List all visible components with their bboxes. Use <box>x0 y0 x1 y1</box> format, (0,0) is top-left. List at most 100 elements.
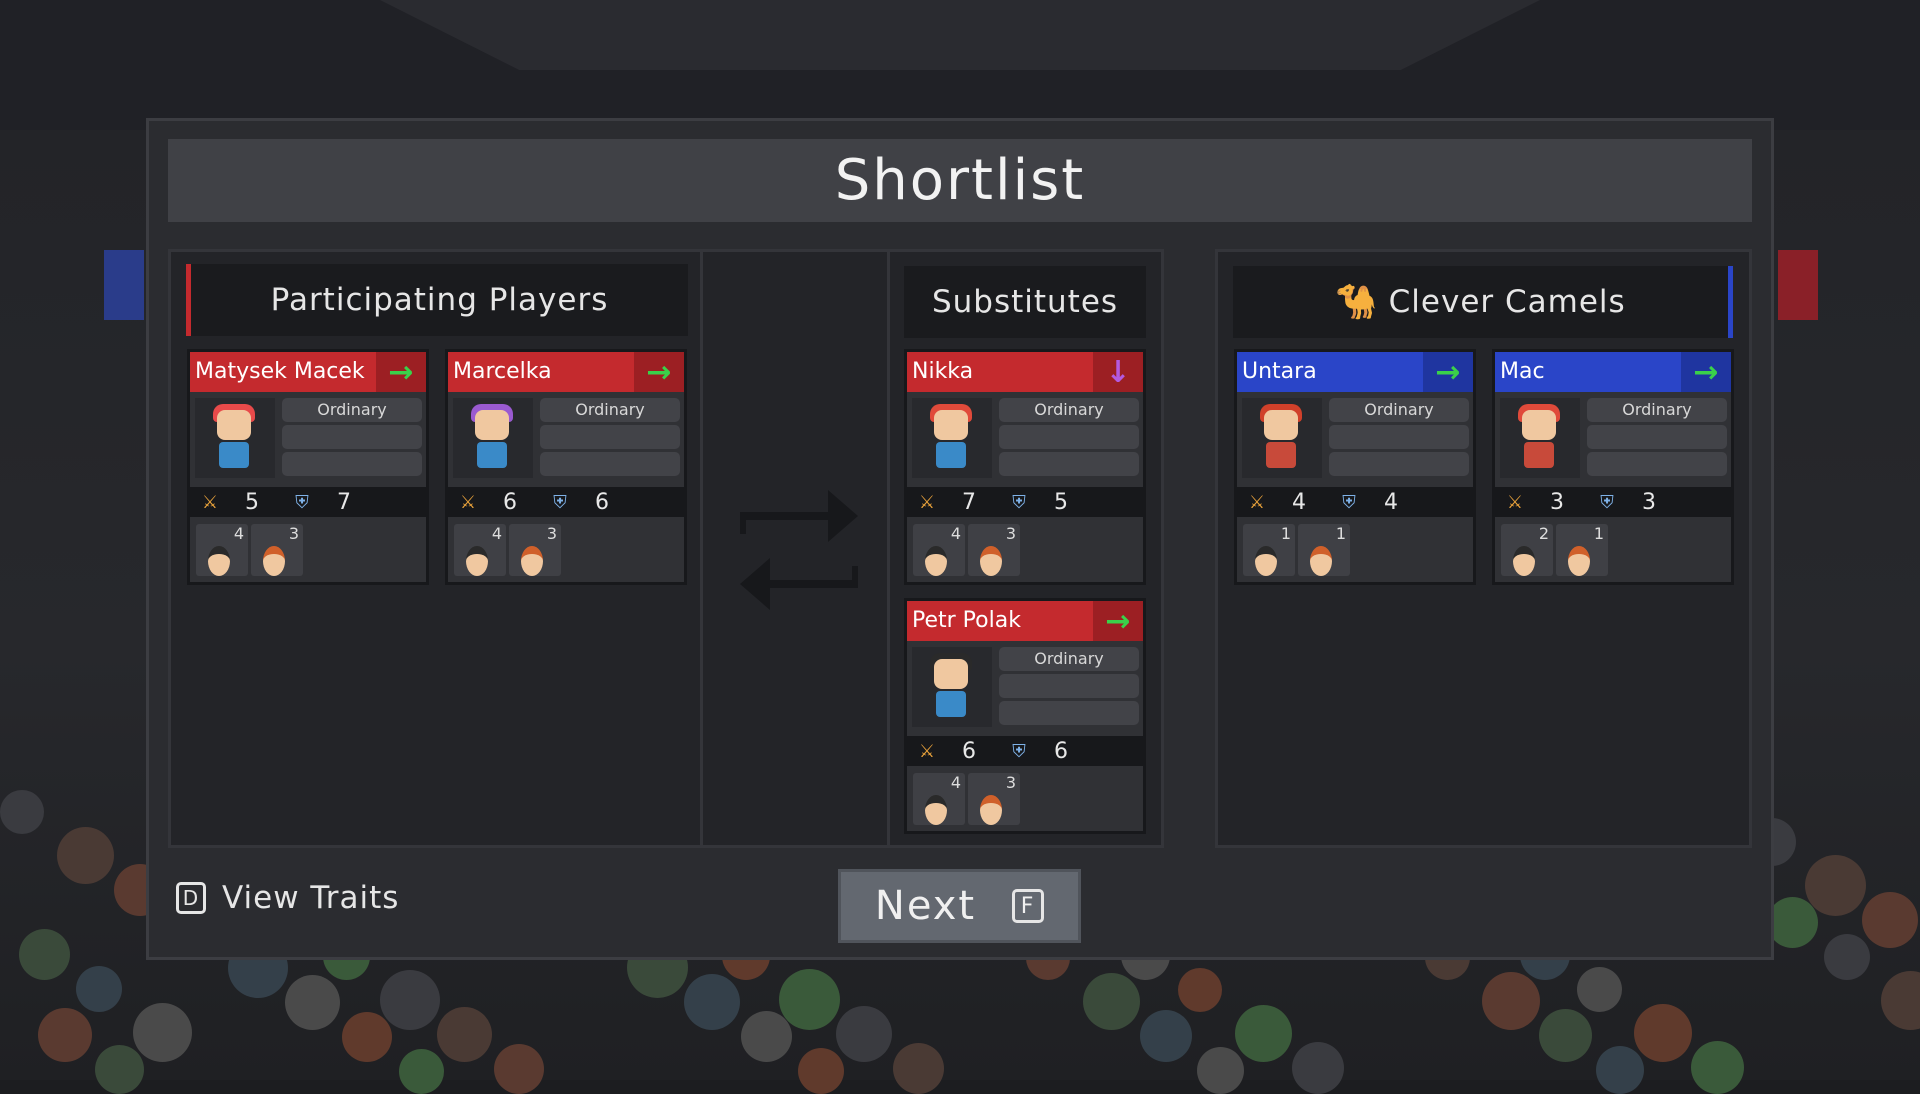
player-portrait <box>1242 398 1322 478</box>
next-button[interactable]: Next F <box>838 869 1081 943</box>
attack-value: 7 <box>962 489 976 515</box>
swap-icon <box>740 490 858 610</box>
trait-slot-empty <box>540 425 680 449</box>
player-portrait <box>453 398 533 478</box>
player-stats: ⚔ 3 ⛨ 3 <box>1495 487 1731 517</box>
player-name-bar: Petr Polak → <box>907 601 1143 641</box>
trait-slot: Ordinary <box>1587 398 1727 422</box>
arrow-right-icon[interactable]: → <box>1681 352 1731 392</box>
trait-slot-empty <box>1587 425 1727 449</box>
view-traits-button[interactable]: D View Traits <box>176 880 399 916</box>
defense-value: 4 <box>1384 489 1398 515</box>
player-stats: ⚔ 6 ⛨ 6 <box>907 736 1143 766</box>
substitute-player-card[interactable]: Nikka ↓ Ordinary ⚔ 7 ⛨ 5 4 3 <box>904 349 1146 585</box>
trait-slot: Ordinary <box>999 398 1139 422</box>
substitutes-header: Substitutes <box>904 266 1146 338</box>
trait-slot-empty <box>1587 452 1727 476</box>
player-name-bar: Nikka ↓ <box>907 352 1143 392</box>
sword-icon: ⚔ <box>201 491 219 513</box>
relation-portrait: 1 <box>1243 524 1295 576</box>
player-stats: ⚔ 6 ⛨ 6 <box>448 487 684 517</box>
player-portrait <box>912 647 992 727</box>
participating-player-card[interactable]: Marcelka → Ordinary ⚔ 6 ⛨ 6 4 3 <box>445 349 687 585</box>
player-name: Marcelka <box>448 352 634 392</box>
sword-icon: ⚔ <box>918 491 936 513</box>
arrow-right-icon[interactable]: → <box>634 352 684 392</box>
arrow-right-icon[interactable]: → <box>1423 352 1473 392</box>
sword-icon: ⚔ <box>918 740 936 762</box>
defense-value: 5 <box>1054 489 1068 515</box>
opponent-header: 🐪 Clever Camels <box>1233 266 1733 338</box>
trait-slot-empty <box>540 452 680 476</box>
key-f-icon: F <box>1012 889 1045 923</box>
sword-icon: ⚔ <box>1248 491 1266 513</box>
player-portrait <box>1500 398 1580 478</box>
relation-portrait: 4 <box>196 524 248 576</box>
attack-value: 5 <box>245 489 259 515</box>
attack-value: 6 <box>962 738 976 764</box>
relation-portrait: 1 <box>1298 524 1350 576</box>
participating-header: Participating Players <box>186 264 688 336</box>
view-traits-label: View Traits <box>222 880 400 916</box>
relation-portrait: 4 <box>454 524 506 576</box>
trait-slot-empty <box>999 701 1139 725</box>
player-stats: ⚔ 5 ⛨ 7 <box>190 487 426 517</box>
shield-icon: ⛨ <box>553 491 567 513</box>
next-label: Next <box>874 883 977 929</box>
trait-slot-empty <box>1329 452 1469 476</box>
defense-value: 3 <box>1642 489 1656 515</box>
trait-slot: Ordinary <box>282 398 422 422</box>
player-name: Untara <box>1237 352 1423 392</box>
shield-icon: ⛨ <box>1342 491 1356 513</box>
trait-slot-empty <box>999 674 1139 698</box>
trait-slot-empty <box>282 452 422 476</box>
key-d-icon: D <box>176 882 206 914</box>
arrow-down-icon[interactable]: ↓ <box>1093 352 1143 392</box>
relation-portrait: 3 <box>968 773 1020 825</box>
attack-value: 3 <box>1550 489 1564 515</box>
trait-slot-empty <box>282 425 422 449</box>
trait-slot: Ordinary <box>1329 398 1469 422</box>
substitute-player-card[interactable]: Petr Polak → Ordinary ⚔ 6 ⛨ 6 4 3 <box>904 598 1146 834</box>
relation-portrait: 3 <box>251 524 303 576</box>
player-stats: ⚔ 4 ⛨ 4 <box>1237 487 1473 517</box>
participating-player-card[interactable]: Matysek Macek → Ordinary ⚔ 5 ⛨ 7 4 3 <box>187 349 429 585</box>
trait-slot-empty <box>999 425 1139 449</box>
attack-value: 4 <box>1292 489 1306 515</box>
shield-icon: ⛨ <box>1600 491 1614 513</box>
relation-portrait: 4 <box>913 524 965 576</box>
player-name: Matysek Macek <box>190 352 376 392</box>
defense-value: 6 <box>595 489 609 515</box>
player-name: Petr Polak <box>907 601 1093 641</box>
relation-portrait: 1 <box>1556 524 1608 576</box>
trait-slot-empty <box>999 452 1139 476</box>
shield-icon: ⛨ <box>1012 740 1026 762</box>
page-title: Shortlist <box>834 148 1086 213</box>
player-name-bar: Mac → <box>1495 352 1731 392</box>
camel-icon: 🐪 <box>1335 282 1379 322</box>
player-portrait <box>195 398 275 478</box>
relation-portrait: 2 <box>1501 524 1553 576</box>
shield-icon: ⛨ <box>295 491 309 513</box>
player-portrait <box>912 398 992 478</box>
relation-portrait: 4 <box>913 773 965 825</box>
defense-value: 6 <box>1054 738 1068 764</box>
player-stats: ⚔ 7 ⛨ 5 <box>907 487 1143 517</box>
opponent-player-card[interactable]: Untara → Ordinary ⚔ 4 ⛨ 4 1 1 <box>1234 349 1476 585</box>
relation-portrait: 3 <box>968 524 1020 576</box>
player-name: Nikka <box>907 352 1093 392</box>
defense-value: 7 <box>337 489 351 515</box>
shield-icon: ⛨ <box>1012 491 1026 513</box>
sword-icon: ⚔ <box>459 491 477 513</box>
player-name-bar: Matysek Macek → <box>190 352 426 392</box>
player-name-bar: Marcelka → <box>448 352 684 392</box>
trait-slot-empty <box>1329 425 1469 449</box>
attack-value: 6 <box>503 489 517 515</box>
title-bar: Shortlist <box>168 139 1752 222</box>
arrow-right-icon[interactable]: → <box>1093 601 1143 641</box>
relation-portrait: 3 <box>509 524 561 576</box>
sword-icon: ⚔ <box>1506 491 1524 513</box>
opponent-player-card[interactable]: Mac → Ordinary ⚔ 3 ⛨ 3 2 1 <box>1492 349 1734 585</box>
trait-slot: Ordinary <box>540 398 680 422</box>
arrow-right-icon[interactable]: → <box>376 352 426 392</box>
